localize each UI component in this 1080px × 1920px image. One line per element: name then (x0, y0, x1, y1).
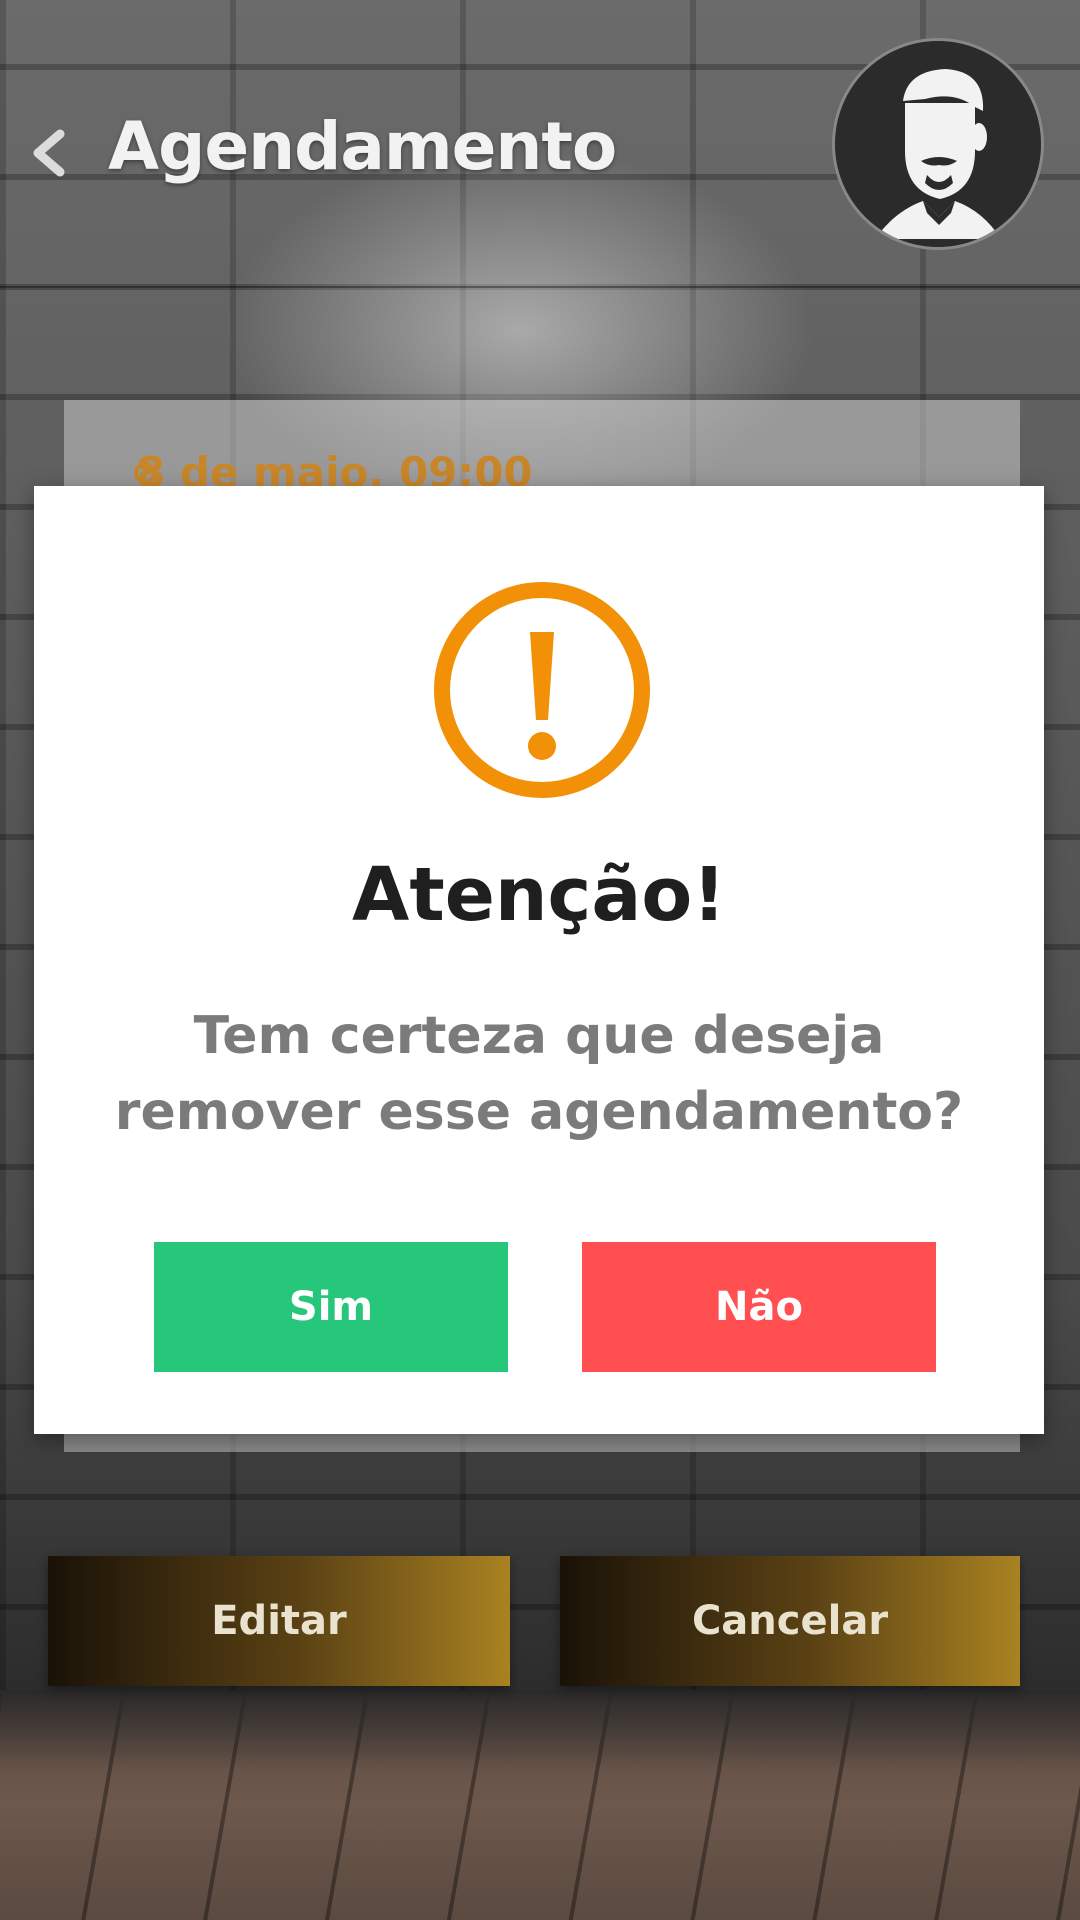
dialog-title: Atenção! (352, 852, 726, 938)
chevron-left-icon[interactable] (30, 128, 70, 178)
app-header: Agendamento (0, 0, 1080, 288)
deny-button[interactable]: Não (582, 1242, 936, 1372)
wooden-floor-background (0, 1690, 1080, 1920)
exclamation-circle-icon (432, 580, 652, 800)
dialog-message: Tem certeza que deseja remover esse agen… (114, 1006, 964, 1142)
avatar[interactable] (832, 38, 1044, 250)
confirm-button[interactable]: Sim (154, 1242, 508, 1372)
page-title: Agendamento (108, 108, 617, 185)
edit-button[interactable]: Editar (48, 1556, 510, 1686)
cancel-button[interactable]: Cancelar (560, 1556, 1020, 1686)
bearded-man-icon (835, 41, 1041, 247)
